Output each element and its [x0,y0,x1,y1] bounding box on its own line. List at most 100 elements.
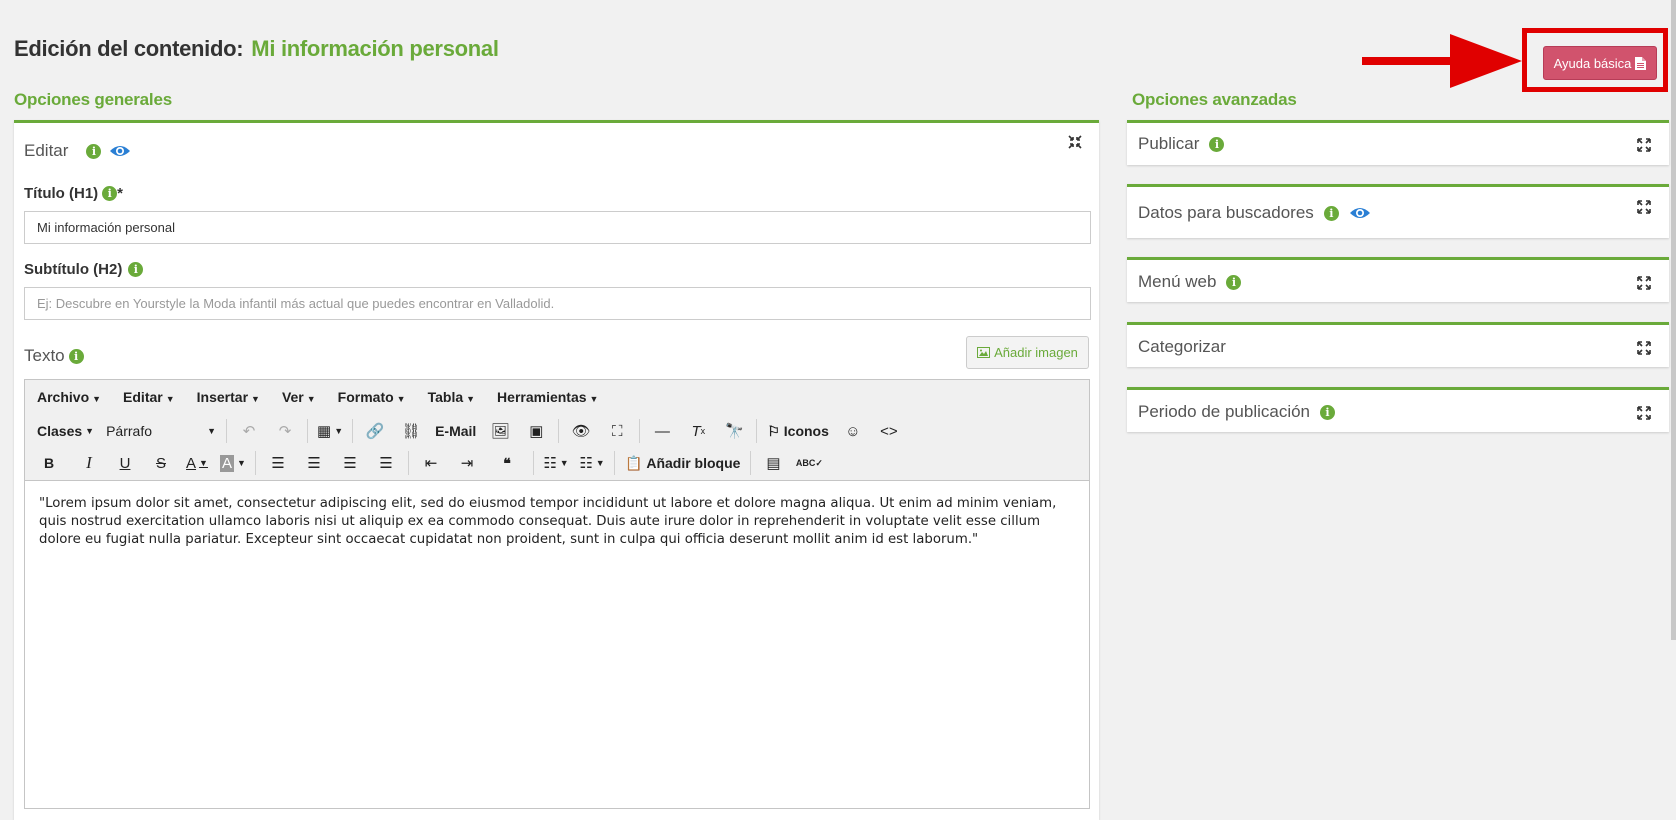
align-justify-icon[interactable]: ☰ [370,449,402,477]
panel-categorizar[interactable]: Categorizar [1127,322,1669,367]
separator [352,419,354,443]
strikethrough-icon[interactable]: S [145,449,177,477]
expand-icon[interactable] [1637,138,1651,152]
outdent-icon[interactable]: ⇤ [415,449,447,477]
advanced-options-title: Opciones avanzadas [1132,90,1297,109]
document-icon [1635,56,1647,70]
required-marker: * [117,185,123,202]
undo-icon[interactable]: ↶ [233,417,265,445]
annotation-arrow-shaft [1362,57,1454,65]
menu-herramientas[interactable]: Herramientas ▼ [497,389,598,405]
editor-menubar: Archivo ▼ Editar ▼ Insertar ▼ Ver ▼ Formato ▼… [25,380,1089,415]
title-label: Título (H1) i * [24,185,123,202]
text-color-icon[interactable]: A ▼ [181,449,213,477]
find-icon[interactable]: 🔭 [718,417,750,445]
redo-icon[interactable]: ↷ [269,417,301,445]
panel-categorizar-title: Categorizar [1138,337,1226,357]
collapse-icon[interactable] [1068,135,1082,149]
subtitle-input[interactable]: Ej: Descubre en Yourstyle la Moda infant… [24,287,1091,320]
separator [307,419,309,443]
help-button[interactable]: Ayuda básica [1543,46,1657,80]
format-dropdown[interactable]: Párrafo ▼ [102,417,220,445]
expand-icon[interactable] [1637,276,1651,290]
panel-datos-buscadores[interactable]: Datos para buscadores i [1127,184,1669,238]
email-button[interactable]: E-Mail [431,417,480,445]
expand-icon[interactable] [1637,341,1651,355]
blockquote-icon[interactable]: ❝ [487,449,527,477]
align-left-icon[interactable]: ☰ [262,449,294,477]
annotation-arrow-head [1450,34,1522,88]
underline-icon[interactable]: U [109,449,141,477]
italic-icon[interactable]: I [73,449,105,477]
bullet-list-icon[interactable]: ☷ ▼ [540,449,572,477]
spellcheck-icon[interactable]: ABC✓ [793,449,825,477]
add-block-button[interactable]: 📋 Añadir bloque [621,449,744,477]
align-right-icon[interactable]: ☰ [334,449,366,477]
menu-ver[interactable]: Ver ▼ [282,389,316,405]
menu-tabla[interactable]: Tabla ▼ [428,389,475,405]
table-icon[interactable]: ▦ ▼ [314,417,346,445]
title-label-text: Título (H1) [24,185,99,202]
help-button-label: Ayuda básica [1553,55,1632,71]
menu-formato[interactable]: Formato ▼ [338,389,406,405]
info-icon[interactable]: i [1209,136,1225,152]
text-label-text: Texto [24,346,65,365]
panel-categorizar-label: Categorizar [1138,337,1226,356]
panel-datos-buscadores-label: Datos para buscadores [1138,203,1314,222]
icons-button[interactable]: ⚐ Iconos [763,417,833,445]
panel-menu-web[interactable]: Menú web i [1127,257,1669,302]
panel-periodo-publicacion-title: Periodo de publicación i [1138,402,1336,422]
media-icon[interactable]: ▣ [520,417,552,445]
separator [558,419,560,443]
page-title-label: Edición del contenido: [14,36,244,61]
panel-periodo-publicacion[interactable]: Periodo de publicación i [1127,387,1669,432]
add-image-button[interactable]: Añadir imagen [966,336,1089,369]
editor-toolbar-2: B I U S A ▼ A ▼ ☰ ☰ ☰ ☰ ⇤ ⇥ ❝ ☷ ▼ ☷ ▼ 📋 Añad… [25,446,1089,481]
unlink-icon[interactable]: ⛓ [395,417,427,445]
classes-dropdown[interactable]: Clases ▼ [33,417,98,445]
info-icon[interactable]: i [1320,404,1336,420]
indent-icon[interactable]: ⇥ [451,449,483,477]
scrollbar[interactable] [1671,0,1676,640]
horizontal-rule-icon[interactable]: — [646,417,678,445]
panel-datos-buscadores-title: Datos para buscadores i [1138,203,1371,223]
code-icon[interactable]: <> [873,417,905,445]
info-icon[interactable]: i [68,348,84,364]
info-icon[interactable]: i [1323,205,1339,221]
background-color-icon[interactable]: A ▼ [217,449,249,477]
bold-icon[interactable]: B [29,449,69,477]
menu-insertar[interactable]: Insertar ▼ [197,389,260,405]
edit-panel-header: Editar i [24,141,131,161]
separator [533,451,534,475]
info-icon[interactable]: i [86,143,102,159]
title-input[interactable]: Mi información personal [24,211,1091,244]
menu-archivo[interactable]: Archivo ▼ [37,389,101,405]
info-icon[interactable]: i [1226,274,1242,290]
expand-icon[interactable] [1637,200,1651,214]
preview-icon[interactable]: 👁 [565,417,597,445]
edit-panel-label: Editar [24,141,69,160]
menu-editar[interactable]: Editar ▼ [123,389,175,405]
panel-periodo-publicacion-label: Periodo de publicación [1138,402,1311,421]
separator [226,419,228,443]
info-icon[interactable]: i [128,262,144,277]
align-center-icon[interactable]: ☰ [298,449,330,477]
expand-icon[interactable] [1637,406,1651,420]
template-icon[interactable]: ▤ [757,449,789,477]
image-icon [977,347,991,358]
rich-text-editor: Archivo ▼ Editar ▼ Insertar ▼ Ver ▼ Formato ▼… [24,379,1090,809]
editor-content[interactable]: "Lorem ipsum dolor sit amet, consectetur… [39,495,1075,549]
image-icon[interactable]: 🖼 [484,417,516,445]
separator [750,451,752,475]
info-icon[interactable]: i [102,186,118,201]
eye-icon[interactable] [1349,206,1371,220]
numbered-list-icon[interactable]: ☷ ▼ [576,449,608,477]
link-icon[interactable]: 🔗 [359,417,391,445]
clear-format-icon[interactable]: Tx [682,417,714,445]
panel-publicar-label: Publicar [1138,134,1200,153]
emoticons-icon[interactable]: ☺ [837,417,869,445]
panel-publicar[interactable]: Publicar i [1127,120,1669,165]
eye-icon[interactable] [109,144,131,158]
fullscreen-icon[interactable]: ⛶ [601,417,633,445]
page-title: Edición del contenido: Mi información per… [14,36,499,62]
